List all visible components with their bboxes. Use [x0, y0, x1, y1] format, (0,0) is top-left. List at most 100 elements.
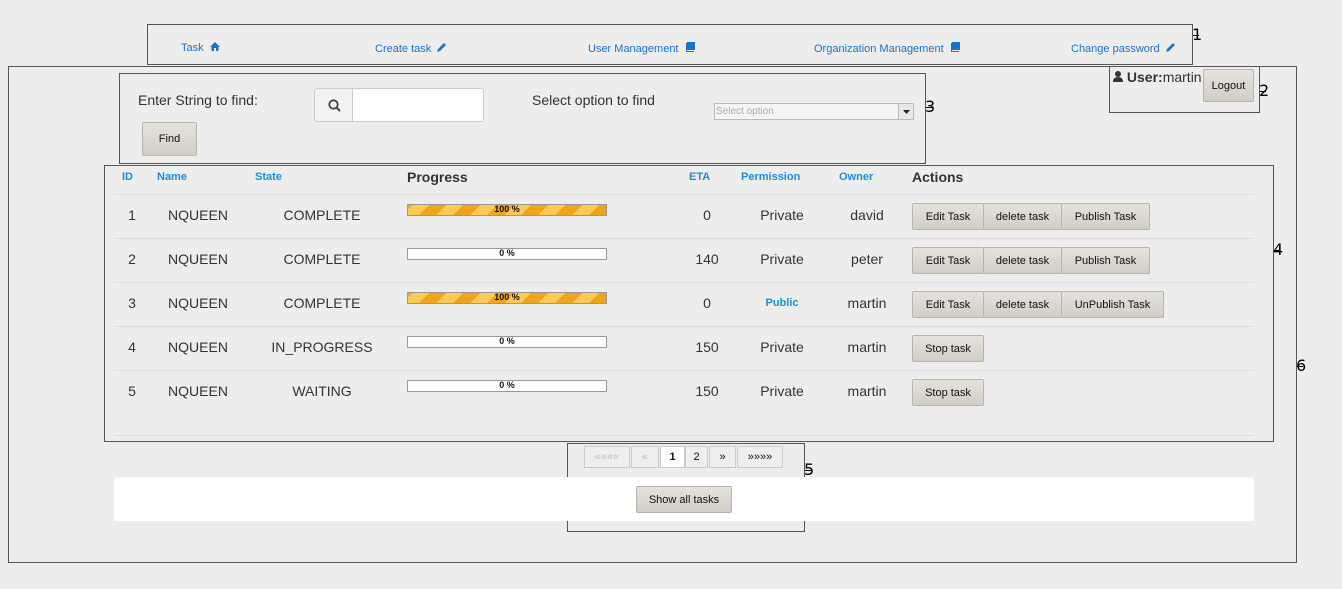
- find-button[interactable]: Find: [142, 122, 197, 156]
- row-divider: [114, 326, 1254, 327]
- header-name[interactable]: Name: [157, 171, 187, 183]
- home-icon: [209, 42, 220, 51]
- pencil-icon: [437, 43, 447, 52]
- page-next-button[interactable]: »: [709, 446, 736, 468]
- page-1-button[interactable]: 1: [660, 446, 685, 468]
- cell-eta: 0: [703, 207, 711, 223]
- page-prev-button[interactable]: «: [631, 446, 659, 468]
- cell-state: COMPLETE: [283, 295, 361, 311]
- stop-task-button[interactable]: Stop task: [912, 335, 984, 362]
- cell-owner: martin: [847, 295, 887, 311]
- progress-label: 0 %: [499, 380, 515, 390]
- search-input[interactable]: [352, 88, 484, 122]
- progress-bar: 100 %: [407, 204, 607, 216]
- page-2-button[interactable]: 2: [685, 446, 708, 468]
- callout-dash: [1260, 91, 1266, 92]
- callout-dash: [1274, 250, 1280, 251]
- unpublish-task-button[interactable]: UnPublish Task: [1061, 291, 1164, 318]
- cell-id: 2: [128, 251, 136, 267]
- user-label: User:: [1126, 69, 1163, 85]
- publish-task-button[interactable]: Publish Task: [1061, 247, 1150, 274]
- search-prompt: Enter String to find:: [138, 92, 258, 108]
- option-select[interactable]: Select option: [714, 103, 914, 120]
- header-progress: Progress: [407, 169, 468, 185]
- cell-id: 1: [128, 207, 136, 223]
- stop-task-button[interactable]: Stop task: [912, 379, 984, 406]
- option-select-value: Select option: [716, 106, 774, 117]
- search-addon: [314, 88, 353, 122]
- progress-label: 100 %: [494, 204, 520, 214]
- row-divider: [114, 238, 1254, 239]
- header-state[interactable]: State: [255, 171, 282, 183]
- cell-id: 5: [128, 383, 136, 399]
- edit-task-button[interactable]: Edit Task: [912, 291, 984, 318]
- header-owner[interactable]: Owner: [839, 171, 873, 183]
- book-icon: [685, 42, 695, 52]
- cell-owner: martin: [847, 339, 887, 355]
- nav-change-password-label: Change password: [1071, 43, 1160, 55]
- cell-state: WAITING: [292, 383, 352, 399]
- nav-organization-management-label: Organization Management: [814, 43, 944, 55]
- search-icon: [327, 98, 341, 112]
- cell-permission: Private: [760, 383, 804, 399]
- cell-state: COMPLETE: [283, 251, 361, 267]
- nav-user-management[interactable]: User Management: [588, 42, 695, 55]
- nav-task[interactable]: Task: [181, 42, 220, 54]
- publish-task-button[interactable]: Publish Task: [1061, 203, 1150, 230]
- show-all-tasks-button[interactable]: Show all tasks: [636, 486, 732, 513]
- delete-task-button[interactable]: delete task: [983, 291, 1062, 318]
- cell-owner: peter: [851, 251, 883, 267]
- cell-permission: Private: [760, 251, 804, 267]
- cell-eta: 150: [695, 339, 719, 355]
- callout-dash: [805, 470, 811, 471]
- cell-name: NQUEEN: [168, 339, 228, 355]
- header-id[interactable]: ID: [122, 171, 133, 183]
- cell-name: NQUEEN: [168, 251, 228, 267]
- progress-bar: 0 %: [407, 380, 607, 392]
- progress-bar: 0 %: [407, 336, 607, 348]
- cell-id: 4: [128, 339, 136, 355]
- progress-bar: 100 %: [407, 292, 607, 304]
- page-first-button[interactable]: ««««: [584, 446, 630, 468]
- user-icon: [1113, 71, 1123, 82]
- cell-eta: 140: [695, 251, 719, 267]
- progress-label: 0 %: [499, 336, 515, 346]
- edit-task-button[interactable]: Edit Task: [912, 203, 984, 230]
- cell-permission-public[interactable]: Public: [747, 297, 817, 309]
- progress-bar: 0 %: [407, 248, 607, 260]
- row-divider: [114, 282, 1254, 283]
- cell-owner: martin: [847, 383, 887, 399]
- cell-permission: Private: [760, 339, 804, 355]
- page-last-button[interactable]: »»»»: [737, 446, 783, 468]
- progress-label: 100 %: [494, 292, 520, 302]
- book-icon: [950, 42, 960, 52]
- option-prompt: Select option to find: [532, 92, 655, 108]
- chevron-down-icon: [898, 104, 913, 119]
- header-eta[interactable]: ETA: [689, 171, 710, 183]
- cell-name: NQUEEN: [168, 295, 228, 311]
- cell-state: COMPLETE: [283, 207, 361, 223]
- delete-task-button[interactable]: delete task: [983, 247, 1062, 274]
- nav-user-management-label: User Management: [588, 43, 679, 55]
- nav-organization-management[interactable]: Organization Management: [814, 42, 960, 55]
- cell-owner: david: [850, 207, 884, 223]
- nav-task-label: Task: [181, 42, 204, 54]
- cell-eta: 0: [703, 295, 711, 311]
- delete-task-button[interactable]: delete task: [983, 203, 1062, 230]
- user-info: User:martin: [1113, 69, 1202, 85]
- nav-change-password[interactable]: Change password: [1071, 42, 1176, 55]
- cell-permission: Private: [760, 207, 804, 223]
- user-name: martin: [1162, 69, 1202, 85]
- header-permission[interactable]: Permission: [741, 171, 800, 183]
- row-divider: [114, 370, 1254, 371]
- callout-dash: [1297, 366, 1303, 367]
- header-actions: Actions: [912, 169, 964, 185]
- progress-label: 0 %: [499, 248, 515, 258]
- edit-task-button[interactable]: Edit Task: [912, 247, 984, 274]
- cell-id: 3: [128, 295, 136, 311]
- nav-create-task[interactable]: Create task: [375, 42, 447, 55]
- cell-name: NQUEEN: [168, 383, 228, 399]
- logout-button[interactable]: Logout: [1203, 69, 1254, 102]
- cell-name: NQUEEN: [168, 207, 228, 223]
- cell-eta: 150: [695, 383, 719, 399]
